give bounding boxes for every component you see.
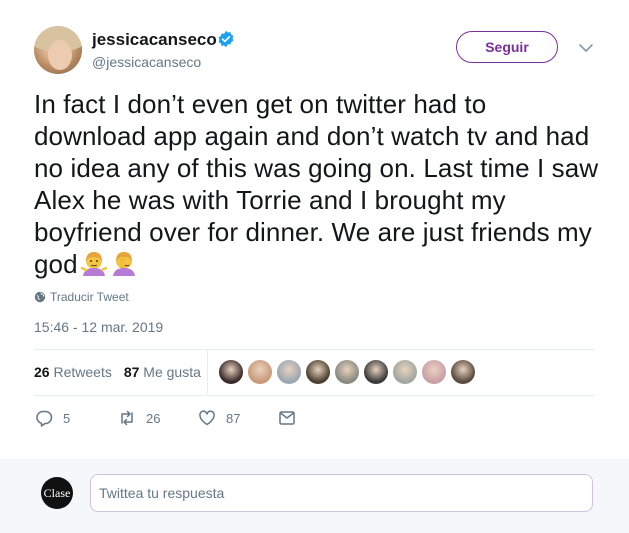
tweet-stats: 26 Retweets 87 Me gusta (34, 364, 201, 380)
envelope-icon (279, 411, 295, 425)
liker-avatar[interactable] (422, 360, 446, 384)
reply-user-avatar[interactable]: Clase (41, 477, 73, 509)
woman-shrugging-emoji-icon (80, 252, 107, 276)
stats-separator (207, 350, 208, 394)
globe-icon (34, 291, 46, 303)
chevron-down-icon[interactable] (578, 40, 594, 56)
liker-avatar[interactable] (219, 360, 243, 384)
retweets-stat[interactable]: 26 Retweets (34, 364, 112, 380)
tweet-actions: 5 26 87 (34, 408, 297, 428)
author-display-name[interactable]: jessicacanseco (92, 30, 217, 50)
reply-count: 5 (63, 410, 71, 426)
liker-avatar[interactable] (248, 360, 272, 384)
reply-action[interactable]: 5 (34, 408, 117, 428)
like-count: 87 (226, 410, 241, 426)
tweet-text: In fact I don’t even get on twitter had … (34, 88, 599, 280)
liker-avatar[interactable] (277, 360, 301, 384)
stats-top-divider (34, 349, 594, 350)
reply-input[interactable] (90, 474, 593, 512)
liker-avatar[interactable] (451, 360, 475, 384)
translate-tweet-link[interactable]: Traducir Tweet (34, 290, 129, 304)
retweet-action[interactable]: 26 (117, 408, 197, 428)
liker-avatars (219, 360, 475, 384)
tweet-timestamp[interactable]: 15:46 - 12 mar. 2019 (34, 319, 163, 335)
retweet-icon (121, 410, 133, 426)
liker-avatar[interactable] (393, 360, 417, 384)
reply-icon (36, 410, 53, 427)
retweet-count: 26 (146, 410, 161, 426)
follow-button[interactable]: Seguir (456, 31, 558, 63)
likes-stat[interactable]: 87 Me gusta (124, 364, 201, 380)
woman-facepalming-emoji-icon (112, 252, 135, 276)
avatar-face (48, 40, 72, 70)
liker-avatar[interactable] (306, 360, 330, 384)
like-action[interactable]: 87 (197, 408, 277, 428)
author-avatar[interactable] (34, 26, 82, 74)
liker-avatar[interactable] (364, 360, 388, 384)
author-screen-name[interactable]: @jessicacanseco (92, 54, 201, 70)
liker-avatar[interactable] (335, 360, 359, 384)
verified-badge-icon (218, 30, 234, 48)
direct-message-action[interactable] (277, 408, 297, 428)
translate-label[interactable]: Traducir Tweet (50, 290, 129, 304)
retweets-label: Retweets (53, 364, 112, 380)
stats-bottom-divider (34, 395, 594, 396)
retweets-count: 26 (34, 364, 50, 380)
likes-count: 87 (123, 364, 140, 380)
heart-icon (199, 410, 215, 426)
likes-label: Me gusta (143, 364, 201, 380)
